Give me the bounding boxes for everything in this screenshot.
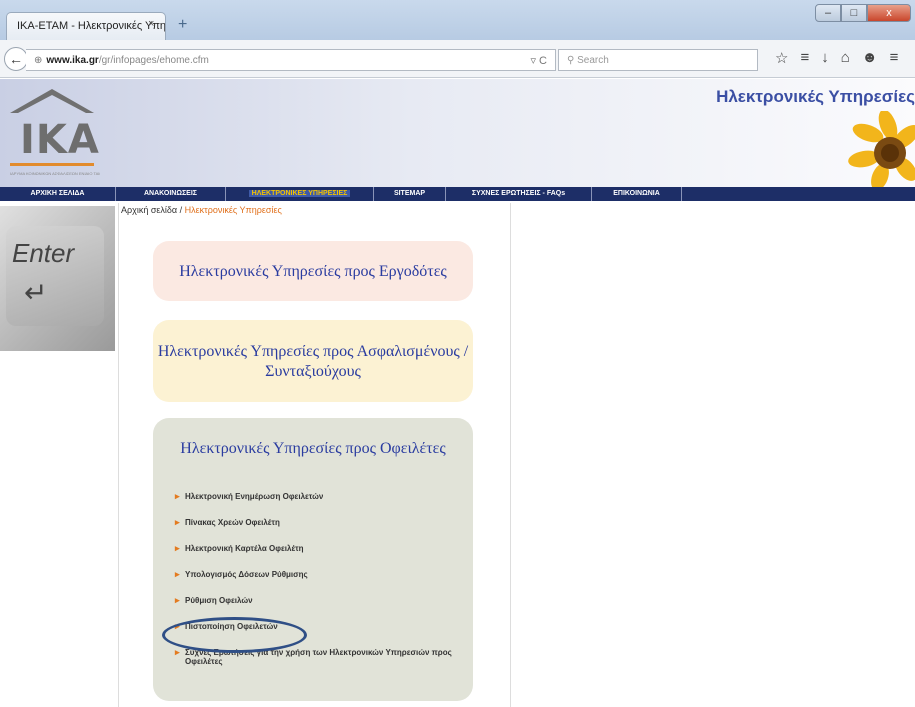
menu-filler [682, 187, 915, 201]
reload-icon[interactable]: ▿ C [530, 54, 547, 67]
insured-services-link[interactable]: Ηλεκτρονικές Υπηρεσίες προς Ασφαλισμένου… [158, 343, 468, 380]
url-host: www.ika.gr [46, 55, 99, 66]
logo-roof-icon [10, 89, 94, 113]
search-placeholder: Search [577, 55, 609, 66]
new-tab-button[interactable]: + [178, 16, 187, 34]
menu-item-e-services[interactable]: ΗΛΕΚΤΡΟΝΙΚΕΣ ΥΠΗΡΕΣΙΕΣ [226, 187, 374, 201]
home-icon[interactable]: ⌂ [841, 49, 850, 67]
highlight-oval-annotation [162, 617, 307, 653]
main-menu: ΑΡΧΙΚΗ ΣΕΛΙΔΑ ΑΝΑΚΟΙΝΩΣΕΙΣ ΗΛΕΚΤΡΟΝΙΚΕΣ … [0, 187, 915, 201]
debtor-link-debt-table[interactable]: Πίνακας Χρεών Οφειλέτη [175, 517, 475, 528]
breadcrumb-current: Ηλεκτρονικές Υπηρεσίες [184, 205, 282, 215]
reading-list-icon[interactable]: ≡ [800, 49, 809, 67]
window-controls: – □ x [815, 4, 911, 22]
minimize-button[interactable]: – [815, 4, 841, 22]
insured-services-box[interactable]: Ηλεκτρονικές Υπηρεσίες προς Ασφαλισμένου… [153, 320, 473, 402]
browser-tab[interactable]: IKA-ETAM - Ηλεκτρονικές Υπη... [6, 12, 166, 40]
debtor-links-list: Ηλεκτρονική Ενημέρωση Οφειλετών Πίνακας … [175, 491, 475, 683]
browser-titlebar: IKA-ETAM - Ηλεκτρονικές Υπη... × + – □ x [0, 0, 915, 40]
bookmark-star-icon[interactable]: ☆ [775, 49, 788, 67]
ika-logo[interactable]: IKA ΙΔΡΥΜΑ ΚΟΙΝΩΝΙΚΩΝ ΑΣΦΑΛΙΣΕΩΝ ΕΝΙΑΙΟ … [8, 87, 100, 183]
breadcrumb: Αρχική σελίδα / Ηλεκτρονικές Υπηρεσίες [121, 205, 282, 215]
site-title: Ηλεκτρονικές Υπηρεσίες [716, 87, 915, 106]
debtor-link-e-card[interactable]: Ηλεκτρονική Καρτέλα Οφειλέτη [175, 543, 475, 554]
debtor-link-debt-settlement[interactable]: Ρύθμιση Οφειλών [175, 595, 475, 606]
enter-arrow-icon: ↵ [24, 277, 48, 308]
download-icon[interactable]: ↓ [821, 49, 829, 67]
address-bar[interactable]: ⊕ www.ika.gr/gr/infopages/ehome.cfm ▿ C [26, 49, 556, 71]
logo-stripe [10, 163, 94, 166]
debtors-services-box: Ηλεκτρονικές Υπηρεσίες προς Οφειλέτες Ηλ… [153, 418, 473, 701]
close-window-button[interactable]: x [867, 4, 911, 22]
logo-text: IKA [20, 117, 100, 163]
browser-navbar: ← ⊕ www.ika.gr/gr/infopages/ehome.cfm ▿ C… [0, 40, 915, 78]
employers-services-box[interactable]: Ηλεκτρονικές Υπηρεσίες προς Εργοδότες [153, 241, 473, 301]
menu-item-e-services-label: ΗΛΕΚΤΡΟΝΙΚΕΣ ΥΠΗΡΕΣΙΕΣ [248, 190, 351, 197]
tab-close-icon[interactable]: × [148, 18, 154, 30]
globe-icon: ⊕ [34, 55, 43, 66]
back-button[interactable]: ← [4, 47, 28, 71]
enter-key-label: Enter [12, 238, 75, 268]
debtor-link-e-update[interactable]: Ηλεκτρονική Ενημέρωση Οφειλετών [175, 491, 475, 502]
enter-key-image: Enter ↵ [0, 206, 115, 351]
url-path: /gr/infopages/ehome.cfm [98, 55, 209, 66]
debtors-services-title[interactable]: Ηλεκτρονικές Υπηρεσίες προς Οφειλέτες [153, 418, 473, 458]
search-icon: ⚲ [567, 55, 575, 66]
menu-item-home[interactable]: ΑΡΧΙΚΗ ΣΕΛΙΔΑ [0, 187, 116, 201]
sunflower-image [848, 111, 915, 187]
debtor-link-installment-calc[interactable]: Υπολογισμός Δόσεων Ρύθμισης [175, 569, 475, 580]
menu-item-sitemap[interactable]: SITEMAP [374, 187, 446, 201]
breadcrumb-home[interactable]: Αρχική σελίδα [121, 205, 177, 215]
site-header: IKA ΙΔΡΥΜΑ ΚΟΙΝΩΝΙΚΩΝ ΑΣΦΑΛΙΣΕΩΝ ΕΝΙΑΙΟ … [0, 79, 915, 187]
breadcrumb-separator: / [177, 205, 185, 215]
menu-item-faq[interactable]: ΣΥΧΝΕΣ ΕΡΩΤΗΣΕΙΣ - FAQs [446, 187, 592, 201]
logo-subtitle: ΙΔΡΥΜΑ ΚΟΙΝΩΝΙΚΩΝ ΑΣΦΑΛΙΣΕΩΝ ΕΝΙΑΙΟ ΤΑΜΕ… [10, 171, 100, 176]
menu-item-announcements[interactable]: ΑΝΑΚΟΙΝΩΣΕΙΣ [116, 187, 226, 201]
search-input[interactable]: ⚲ Search [558, 49, 758, 71]
web-page: IKA ΙΔΡΥΜΑ ΚΟΙΝΩΝΙΚΩΝ ΑΣΦΑΛΙΣΕΩΝ ΕΝΙΑΙΟ … [0, 79, 915, 707]
menu-icon[interactable]: ≡ [890, 49, 899, 67]
maximize-button[interactable]: □ [841, 4, 867, 22]
toolbar-icons: ☆ ≡ ↓ ⌂ ☻ ≡ [775, 49, 898, 67]
tab-title: IKA-ETAM - Ηλεκτρονικές Υπη... [17, 20, 166, 32]
pocket-icon[interactable]: ☻ [862, 49, 878, 67]
menu-item-contact[interactable]: ΕΠΙΚΟΙΝΩΝΙΑ [592, 187, 682, 201]
employers-services-link[interactable]: Ηλεκτρονικές Υπηρεσίες προς Εργοδότες [179, 263, 447, 280]
